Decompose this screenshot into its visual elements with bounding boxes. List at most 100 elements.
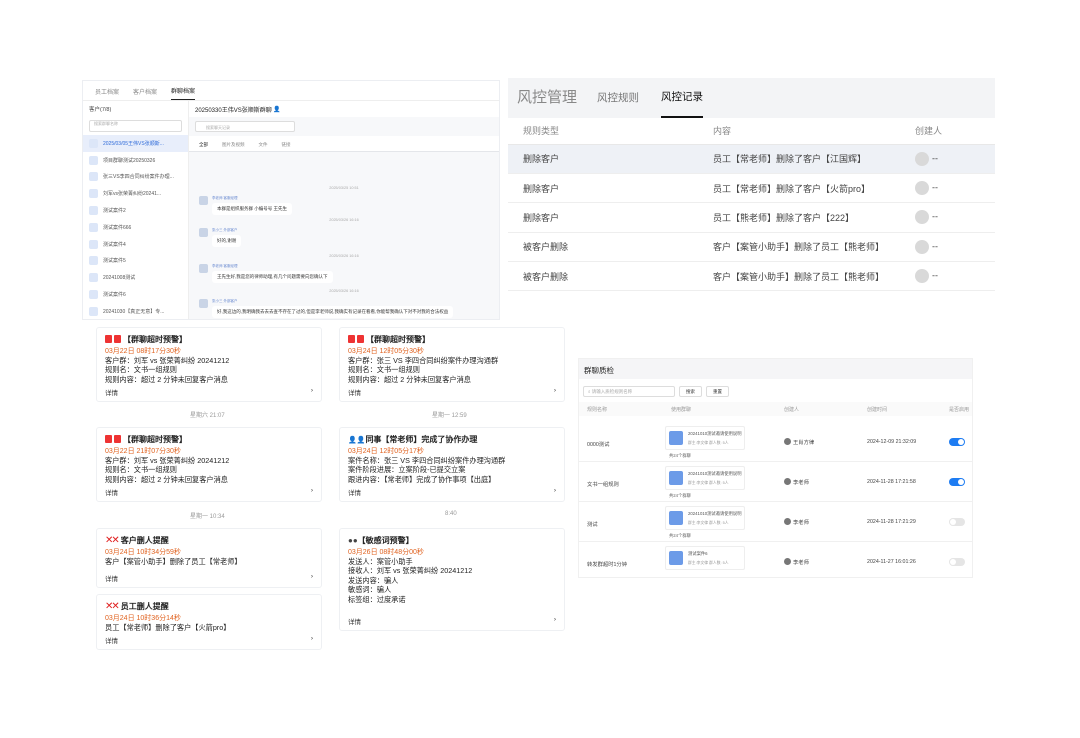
card-line: 案件阶段进展：立案阶段-已提交立案 [348, 465, 466, 475]
group-icon [669, 551, 683, 565]
sidebar-item-label: 20241030【真正无意】专... [103, 308, 165, 315]
group-count[interactable]: 共24个群聊 [669, 453, 691, 459]
avatar [915, 239, 929, 254]
col-group: 使用群聊 [671, 406, 692, 413]
tab-links[interactable]: 链接 [282, 142, 291, 148]
risk-row[interactable]: 被客户删除 客户【案管小助手】删除了员工【熊老师】 -- [508, 232, 995, 263]
details-label: 详情 [105, 638, 118, 645]
risk-row[interactable]: 删除客户 员工【常老师】删除了客户【火箭pro】 -- [508, 173, 995, 204]
group-card[interactable]: 20241010测试邀请使用说明 群主:李文律 群人数: 5人 [665, 426, 745, 450]
group-card[interactable]: 测试案件6 群主:李文律 群人数: 5人 [665, 546, 745, 570]
avatar [915, 181, 929, 196]
card-title: ●●【敏感词预警】 [348, 535, 556, 546]
sidebar-item[interactable]: 刘军vs张荣菁纠纷20241... [83, 185, 188, 202]
chat-search-input[interactable]: 搜索聊天记录 [195, 121, 295, 132]
tab-risk-records[interactable]: 风控记录 [661, 89, 704, 118]
group-meta: 群主:李文律 群人数: 5人 [688, 561, 729, 565]
rule-type: 被客户删除 [508, 261, 713, 292]
message-text: 本群是组织服务群 小编号号 王先生 [212, 203, 292, 215]
date-separator: 星期六 21:07 [190, 413, 225, 419]
details-link[interactable]: 详情 › [348, 487, 556, 497]
tab-media[interactable]: 图片及视频 [222, 142, 245, 148]
sidebar-item[interactable]: 测试案件6 [83, 286, 188, 303]
creator: 李老师 [784, 518, 809, 526]
tab-employee[interactable]: 员工档案 [95, 87, 119, 100]
card-title: 【群聊超时预警】 [105, 434, 313, 445]
sender-name: 张小三 外部客户 [212, 299, 238, 303]
message-timestamp: 2025/03/26 16:16 [329, 218, 359, 222]
card-line: 规则内容：超过 2 分钟未回复客户消息 [105, 374, 228, 384]
risk-row[interactable]: 删除客户 员工【常老师】删除了客户【江国辉】 -- [508, 144, 995, 174]
tab-files[interactable]: 文件 [259, 142, 268, 148]
details-label: 详情 [348, 390, 361, 397]
group-card[interactable]: 20241010测试邀请使用说明 群主:李文律 群人数: 5人 [665, 466, 745, 490]
details-label: 详情 [105, 490, 118, 497]
card-line: 案件名称：张三 VS 李四合同纠纷案件办理沟通群 [348, 456, 506, 465]
reset-button[interactable]: 重置 [706, 386, 729, 397]
chat-message: 李老师 客服经理 王先生好,我是您的律师助理,有几个问题需要向您确认下 [199, 264, 333, 283]
sidebar-item[interactable]: 测试案件4 [83, 236, 188, 253]
details-link[interactable]: 详情 › [105, 635, 313, 645]
qc-row: 测试 20241010测试邀请使用说明 群主:李文律 群人数: 5人 共24个群聊 李老… [579, 502, 972, 542]
sidebar-item[interactable]: 2025/03/05王伟VS张顺斯... [83, 135, 188, 152]
qc-search-input[interactable]: ⌕ 请输入质检规则名称 [583, 386, 675, 397]
sidebar-item[interactable]: 测试案件666 [83, 219, 188, 236]
risk-row[interactable]: 被客户删除 客户【案管小助手】删除了员工【熊老师】 -- [508, 261, 995, 292]
notification-card: ●●【敏感词预警】 03月26日 08时48分00秒 发送人：案管小助手 接收人：刘军… [339, 528, 565, 631]
sidebar-item[interactable]: 测试案件2 [83, 202, 188, 219]
message-text: 好的,谢谢 [212, 235, 242, 247]
details-link[interactable]: 详情 › [105, 487, 313, 497]
enable-toggle[interactable] [949, 518, 965, 526]
tab-all[interactable]: 全部 [199, 142, 208, 148]
search-button[interactable]: 搜索 [679, 386, 702, 397]
details-link[interactable]: 详情 › [348, 616, 556, 626]
group-count[interactable]: 共24个群聊 [669, 533, 691, 539]
record-creator: -- [915, 232, 995, 263]
created-time: 2024-11-28 17:21:29 [867, 519, 916, 525]
enable-toggle[interactable] [949, 438, 965, 446]
creator-name: 王肖方律 [793, 440, 815, 446]
person-icon: 👤👤 [348, 437, 366, 444]
sidebar-item-label: 测试案件5 [103, 258, 126, 265]
avatar [784, 518, 791, 525]
sidebar-item[interactable]: 测试案件5 [83, 253, 188, 270]
avatar [784, 558, 791, 565]
card-line: 客户群：张三 VS 李四合同纠纷案件办理沟通群 [348, 356, 499, 365]
enable-toggle[interactable] [949, 558, 965, 566]
details-link[interactable]: 详情 › [348, 387, 556, 397]
card-line: 客户群：刘军 vs 张荣菁纠纷 20241212 [105, 356, 230, 365]
members-icon[interactable]: 👤 [273, 106, 280, 113]
chevron-right-icon: › [553, 616, 556, 623]
record-content: 客户【案管小助手】删除了员工【熊老师】 [713, 261, 915, 292]
group-count[interactable]: 共24个群聊 [669, 493, 691, 499]
sidebar-item[interactable]: 张三VS李四合同纠纷案件办理... [83, 169, 188, 186]
sidebar-title: 客户(7/8) [89, 107, 112, 113]
sender-name: 张小三 外部客户 [212, 228, 238, 232]
sidebar-search-input[interactable]: 搜索群聊名称 [89, 120, 182, 132]
sidebar-item[interactable]: 项目群聊测试20250326 [83, 152, 188, 169]
tab-group[interactable]: 群聊档案 [171, 86, 196, 100]
enable-toggle[interactable] [949, 478, 965, 486]
card-title-text: 【群聊超时预警】 [123, 435, 187, 444]
risk-row[interactable]: 删除客户 员工【熊老师】删除了客户【222】 -- [508, 202, 995, 233]
group-name: 20241010测试邀请使用说明 [688, 471, 742, 476]
record-content: 客户【案管小助手】删除了员工【熊老师】 [713, 232, 915, 263]
avatar [915, 210, 929, 225]
col-creator: 创建人 [915, 118, 995, 145]
group-card[interactable]: 20241010测试邀请使用说明 群主:李文律 群人数: 5人 [665, 506, 745, 530]
details-link[interactable]: 详情 › [105, 387, 313, 397]
red-x-icon: ✕✕ [105, 601, 120, 612]
tab-customer[interactable]: 客户档案 [133, 87, 157, 100]
tab-risk-rules[interactable]: 风控规则 [597, 90, 639, 118]
details-label: 详情 [348, 490, 361, 497]
details-link[interactable]: 详情 › [105, 573, 313, 583]
sidebar-item[interactable]: 20241008测试 [83, 269, 188, 286]
alert-icon [105, 435, 112, 443]
card-title-text: 员工删人提醒 [120, 602, 169, 611]
sidebar-item[interactable]: 20241030【真正无意】专... [83, 303, 188, 319]
search-icon: ⌕ [588, 389, 591, 394]
notification-card: ✕✕ 客户删人提醒 03月24日 10时34分59秒 客户【案管小助手】删除了员工【常… [96, 528, 322, 588]
sender-name: 李老师 客服经理 [212, 196, 238, 200]
qc-title: 群聊质检 [579, 359, 972, 379]
card-time: 03月24日 10时36分14秒 [105, 615, 181, 622]
